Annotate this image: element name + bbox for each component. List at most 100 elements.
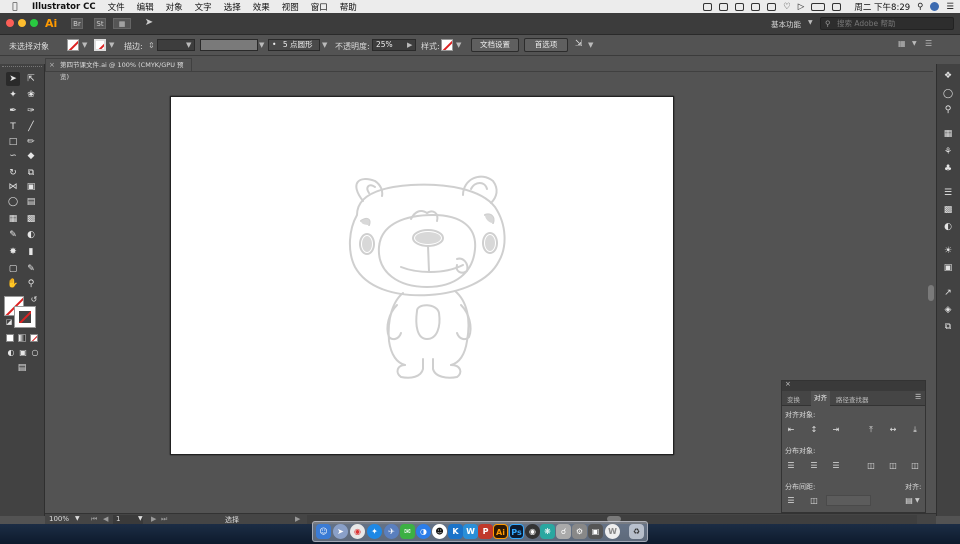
symbol-sprayer-tool-icon[interactable]: ✸ <box>6 245 20 259</box>
column-graph-tool-icon[interactable]: ▮ <box>24 245 38 259</box>
launchpad-icon[interactable]: ➤ <box>333 524 348 539</box>
chevron-right-icon[interactable]: ▶ <box>407 41 412 49</box>
mesh-tool-icon[interactable]: ▦ <box>6 212 20 226</box>
artboards-icon[interactable]: ⧉ <box>942 321 954 333</box>
default-colors-icon[interactable]: ◪ <box>2 315 16 329</box>
tray-icon[interactable] <box>735 2 745 11</box>
align-hcenter-icon[interactable]: ↕ <box>808 425 820 435</box>
zoom-window-button[interactable] <box>30 19 38 27</box>
graphic-style-swatch[interactable] <box>441 39 453 51</box>
stock-icon[interactable]: St <box>94 18 106 29</box>
chevron-down-icon[interactable]: ▼ <box>109 41 114 49</box>
chevron-down-icon[interactable]: ▼ <box>456 41 461 49</box>
panel-menu-icon[interactable]: ☰ <box>915 393 921 401</box>
chevron-down-icon[interactable]: ▼ <box>808 19 813 26</box>
none-mode-icon[interactable] <box>30 334 38 342</box>
horizontal-spacing-icon[interactable]: ◫ <box>808 496 820 506</box>
wifi-icon[interactable]: ♡ <box>783 2 791 12</box>
tab-transform[interactable]: 变换 <box>787 394 800 404</box>
panel-grip[interactable] <box>2 66 42 68</box>
wechat-icon[interactable]: ✉ <box>400 524 415 539</box>
blend-tool-icon[interactable]: ◐ <box>24 228 38 242</box>
safari-icon[interactable]: ✦ <box>367 524 382 539</box>
distribute-hcenter-icon[interactable]: ◫ <box>887 461 899 471</box>
direct-selection-tool-icon[interactable]: ⇱ <box>24 72 38 86</box>
layers-icon[interactable]: ◈ <box>942 304 954 316</box>
shape-builder-tool-icon[interactable]: ◯ <box>6 195 20 209</box>
distribute-right-icon[interactable]: ◫ <box>909 461 921 471</box>
vertical-scrollbar-thumb[interactable] <box>928 285 934 301</box>
gradient-panel-icon[interactable]: ▩ <box>942 204 954 216</box>
search-icon[interactable]: ⚲ <box>917 2 923 12</box>
qq-icon[interactable]: ☻ <box>432 524 447 539</box>
tray-icon[interactable] <box>751 2 761 11</box>
menu-help[interactable]: 帮助 <box>340 1 357 13</box>
brushes-icon[interactable]: ⚘ <box>942 146 954 158</box>
volume-icon[interactable]: ▷ <box>798 2 805 12</box>
eyedropper-tool-icon[interactable]: ✎ <box>6 228 20 242</box>
app-icon[interactable]: ☌ <box>556 524 571 539</box>
fill-swatch[interactable] <box>67 39 79 51</box>
brush-definition-field[interactable]: • 5 点圆形 <box>268 39 320 51</box>
document-tab[interactable]: × 第四节课文件.ai @ 100% (CMYK/GPU 预览) <box>45 58 192 81</box>
help-search-input[interactable]: ⚲ 搜索 Adobe 帮助 <box>820 17 954 30</box>
swatches-icon[interactable]: ⚲ <box>942 104 954 116</box>
tray-icon[interactable] <box>767 2 777 11</box>
free-transform-tool-icon[interactable]: ▣ <box>24 180 38 194</box>
type-tool-icon[interactable]: T <box>6 120 20 134</box>
chrome-icon[interactable]: ◉ <box>350 524 365 539</box>
close-window-button[interactable] <box>6 19 14 27</box>
clock[interactable]: 周二 下午8:29 <box>854 1 910 13</box>
color-guide-icon[interactable]: ◯ <box>942 88 954 100</box>
illustrator-dock-icon[interactable]: Ai <box>493 524 508 539</box>
chevron-down-icon[interactable]: ▼ <box>138 515 143 522</box>
variable-width-profile[interactable] <box>200 39 258 51</box>
lasso-tool-icon[interactable]: ❀ <box>24 88 38 102</box>
chevron-down-icon[interactable]: ▼ <box>82 41 87 49</box>
preferences-button[interactable]: 首选项 <box>524 38 568 52</box>
perspective-grid-tool-icon[interactable]: ▤ <box>24 195 38 209</box>
swatches-grid-icon[interactable]: ▦ <box>942 128 954 140</box>
artboard-tool-icon[interactable]: ▢ <box>6 262 20 276</box>
color-mode-icon[interactable] <box>6 334 14 342</box>
slice-tool-icon[interactable]: ✎ <box>24 262 38 276</box>
distribute-left-icon[interactable]: ◫ <box>865 461 877 471</box>
chevron-down-icon[interactable]: ▼ <box>259 41 264 49</box>
finder-icon[interactable]: ☺ <box>316 524 331 539</box>
export-icon[interactable]: ↗ <box>942 287 954 299</box>
width-tool-icon[interactable]: ⋈ <box>6 180 20 194</box>
selection-tool-icon[interactable]: ➤ <box>6 72 20 86</box>
pen-tool-icon[interactable]: ✒ <box>6 104 20 118</box>
align-right-icon[interactable]: ⇥ <box>830 425 842 435</box>
gpu-rocket-icon[interactable]: ➤ <box>143 18 155 29</box>
first-artboard-icon[interactable]: ⏮ <box>91 515 97 524</box>
menu-list-icon[interactable]: ☰ <box>946 2 954 12</box>
close-icon[interactable]: × <box>49 59 55 71</box>
curvature-tool-icon[interactable]: ✑ <box>24 104 38 118</box>
chevron-down-icon[interactable]: ▼ <box>912 40 917 47</box>
bridge-icon[interactable]: Br <box>71 18 83 29</box>
last-artboard-icon[interactable]: ⏭ <box>161 515 167 524</box>
stepper-icon[interactable]: ⇕ <box>148 41 155 50</box>
rectangle-tool-icon[interactable]: □ <box>6 135 20 149</box>
chevron-down-icon[interactable]: ▼ <box>322 41 327 49</box>
app-menu[interactable]: Illustrator CC <box>32 2 96 12</box>
panel-toggle-icon[interactable]: ▦ <box>898 39 906 48</box>
menu-type[interactable]: 文字 <box>195 1 212 13</box>
app-icon[interactable]: K <box>448 524 463 539</box>
distribute-top-icon[interactable]: ☰ <box>785 461 797 471</box>
spacing-value-field[interactable] <box>826 495 871 506</box>
swap-fill-stroke-icon[interactable]: ↺ <box>27 293 41 307</box>
arrange-documents-icon[interactable]: ▦ <box>113 18 131 29</box>
zoom-level[interactable]: 100% <box>49 515 69 523</box>
rotate-tool-icon[interactable]: ↻ <box>6 166 20 180</box>
control-menu-icon[interactable]: ☰ <box>925 39 932 48</box>
align-to-selection-icon[interactable]: ▤ <box>903 496 915 506</box>
vertical-spacing-icon[interactable]: ☰ <box>785 496 797 506</box>
prev-artboard-icon[interactable]: ◀ <box>103 515 108 523</box>
chevron-down-icon[interactable]: ▼ <box>915 497 920 504</box>
menu-view[interactable]: 视图 <box>282 1 299 13</box>
menu-window[interactable]: 窗口 <box>311 1 328 13</box>
appearance-icon[interactable]: ☀ <box>942 245 954 257</box>
status-menu-arrow-icon[interactable]: ▶ <box>295 515 300 523</box>
